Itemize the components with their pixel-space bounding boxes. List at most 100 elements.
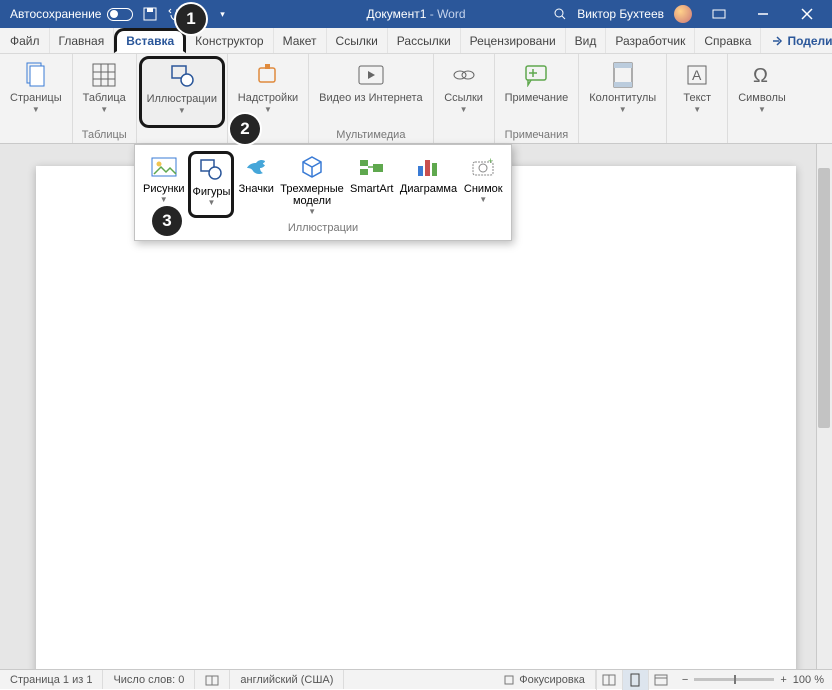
svg-text:Ω: Ω <box>753 65 768 87</box>
online-video-button[interactable]: Видео из Интернета <box>315 58 426 128</box>
view-web-button[interactable] <box>648 670 674 690</box>
bird-icon <box>242 153 270 181</box>
pages-icon <box>21 60 51 90</box>
group-tables: Таблица ▼ Таблицы <box>73 54 137 143</box>
smartart-icon <box>358 153 386 181</box>
tab-layout[interactable]: Макет <box>274 28 327 53</box>
tab-design[interactable]: Конструктор <box>186 28 273 53</box>
group-media: Видео из Интернета Мультимедиа <box>309 54 433 143</box>
qat-more-icon[interactable]: ▾ <box>215 7 229 21</box>
chevron-down-icon: ▼ <box>178 106 186 115</box>
chevron-down-icon: ▼ <box>460 105 468 114</box>
shapes-button[interactable]: Фигуры ▼ <box>188 151 234 218</box>
status-word-count[interactable]: Число слов: 0 <box>103 670 195 689</box>
app-name: Word <box>437 7 465 21</box>
book-icon <box>205 673 219 687</box>
chevron-down-icon: ▼ <box>208 198 216 207</box>
picture-icon <box>150 153 178 181</box>
illustrations-button[interactable]: Иллюстрации ▼ <box>139 56 225 128</box>
chevron-down-icon: ▼ <box>693 105 701 114</box>
shapes-icon <box>197 156 225 184</box>
share-button[interactable]: Поделиться <box>761 28 832 53</box>
status-focus[interactable]: Фокусировка <box>493 670 596 689</box>
close-icon[interactable] <box>790 0 824 28</box>
document-page[interactable] <box>36 166 796 669</box>
view-print-button[interactable] <box>622 670 648 690</box>
ribbon-tabs: Файл Главная Вставка Конструктор Макет С… <box>0 28 832 54</box>
video-icon <box>356 60 386 90</box>
group-illustrations: Иллюстрации ▼ <box>137 54 228 143</box>
screenshot-button[interactable]: + Снимок ▼ <box>459 151 507 218</box>
vertical-scrollbar[interactable] <box>816 144 832 669</box>
illustrations-dropdown: Рисунки ▼ Фигуры ▼ Значки Трехмерные мод… <box>134 144 512 241</box>
text-button[interactable]: A Текст ▼ <box>673 58 721 128</box>
header-footer-icon <box>608 60 638 90</box>
chevron-down-icon: ▼ <box>100 105 108 114</box>
tab-file[interactable]: Файл <box>0 28 50 53</box>
links-button[interactable]: Ссылки ▼ <box>440 58 488 128</box>
tab-developer[interactable]: Разработчик <box>606 28 695 53</box>
tab-home[interactable]: Главная <box>50 28 115 53</box>
status-page[interactable]: Страница 1 из 1 <box>0 670 103 689</box>
autosave-toggle[interactable] <box>107 8 133 21</box>
header-footer-button[interactable]: Колонтитулы ▼ <box>585 58 660 128</box>
tab-help[interactable]: Справка <box>695 28 761 53</box>
tab-view[interactable]: Вид <box>566 28 607 53</box>
link-icon <box>449 60 479 90</box>
addins-icon <box>253 60 283 90</box>
chart-button[interactable]: Диаграмма <box>397 151 459 218</box>
callout-badge-2: 2 <box>230 114 260 144</box>
search-icon[interactable] <box>553 7 567 21</box>
symbols-button[interactable]: Ω Символы ▼ <box>734 58 790 128</box>
table-icon <box>89 60 119 90</box>
pages-button[interactable]: Страницы ▼ <box>6 58 66 128</box>
view-read-button[interactable] <box>596 670 622 690</box>
group-header-footer: Колонтитулы ▼ <box>579 54 667 143</box>
icons-button[interactable]: Значки <box>234 151 278 218</box>
minimize-icon[interactable] <box>746 0 780 28</box>
share-icon <box>771 35 783 47</box>
status-proofing[interactable] <box>195 670 230 689</box>
user-avatar-icon[interactable] <box>674 5 692 23</box>
table-button[interactable]: Таблица ▼ <box>79 58 130 128</box>
scroll-thumb[interactable] <box>818 168 830 428</box>
zoom-out-button[interactable]: − <box>682 674 688 686</box>
tab-mailings[interactable]: Рассылки <box>388 28 461 53</box>
textbox-icon: A <box>682 60 712 90</box>
chevron-down-icon: ▼ <box>32 105 40 114</box>
smartart-button[interactable]: SmartArt <box>346 151 397 218</box>
zoom-in-button[interactable]: + <box>780 674 786 686</box>
omega-icon: Ω <box>747 60 777 90</box>
zoom-level[interactable]: 100 % <box>793 674 824 686</box>
chevron-down-icon: ▼ <box>479 195 487 204</box>
tab-insert[interactable]: Вставка <box>114 28 186 53</box>
status-language[interactable]: английский (США) <box>230 670 344 689</box>
chevron-down-icon: ▼ <box>264 105 272 114</box>
group-text: A Текст ▼ <box>667 54 728 143</box>
zoom-control[interactable]: − + 100 % <box>674 674 832 686</box>
zoom-slider[interactable] <box>694 678 774 681</box>
user-name[interactable]: Виктор Бухтеев <box>577 7 664 21</box>
focus-icon <box>503 674 515 686</box>
save-icon[interactable] <box>143 7 157 21</box>
cube-icon <box>298 153 326 181</box>
group-comments: Примечание Примечания <box>495 54 580 143</box>
document-name: Документ1 <box>366 7 426 21</box>
comment-icon <box>521 60 551 90</box>
chevron-down-icon: ▼ <box>758 105 766 114</box>
ribbon-mode-icon[interactable] <box>702 0 736 28</box>
svg-text:A: A <box>692 67 702 83</box>
group-links: Ссылки ▼ <box>434 54 495 143</box>
comment-button[interactable]: Примечание <box>501 58 573 128</box>
3d-models-button[interactable]: Трехмерные модели ▼ <box>278 151 346 218</box>
callout-badge-3: 3 <box>152 206 182 236</box>
tab-references[interactable]: Ссылки <box>327 28 388 53</box>
status-bar: Страница 1 из 1 Число слов: 0 английский… <box>0 669 832 689</box>
camera-icon: + <box>469 153 497 181</box>
shapes-gallery-icon <box>167 61 197 91</box>
callout-badge-1: 1 <box>176 4 206 34</box>
group-label-tables: Таблицы <box>82 128 127 141</box>
group-label-comments: Примечания <box>505 128 569 141</box>
tab-review[interactable]: Рецензировани <box>461 28 566 53</box>
title-bar: Автосохранение ▾ Документ1 - Word Виктор… <box>0 0 832 28</box>
